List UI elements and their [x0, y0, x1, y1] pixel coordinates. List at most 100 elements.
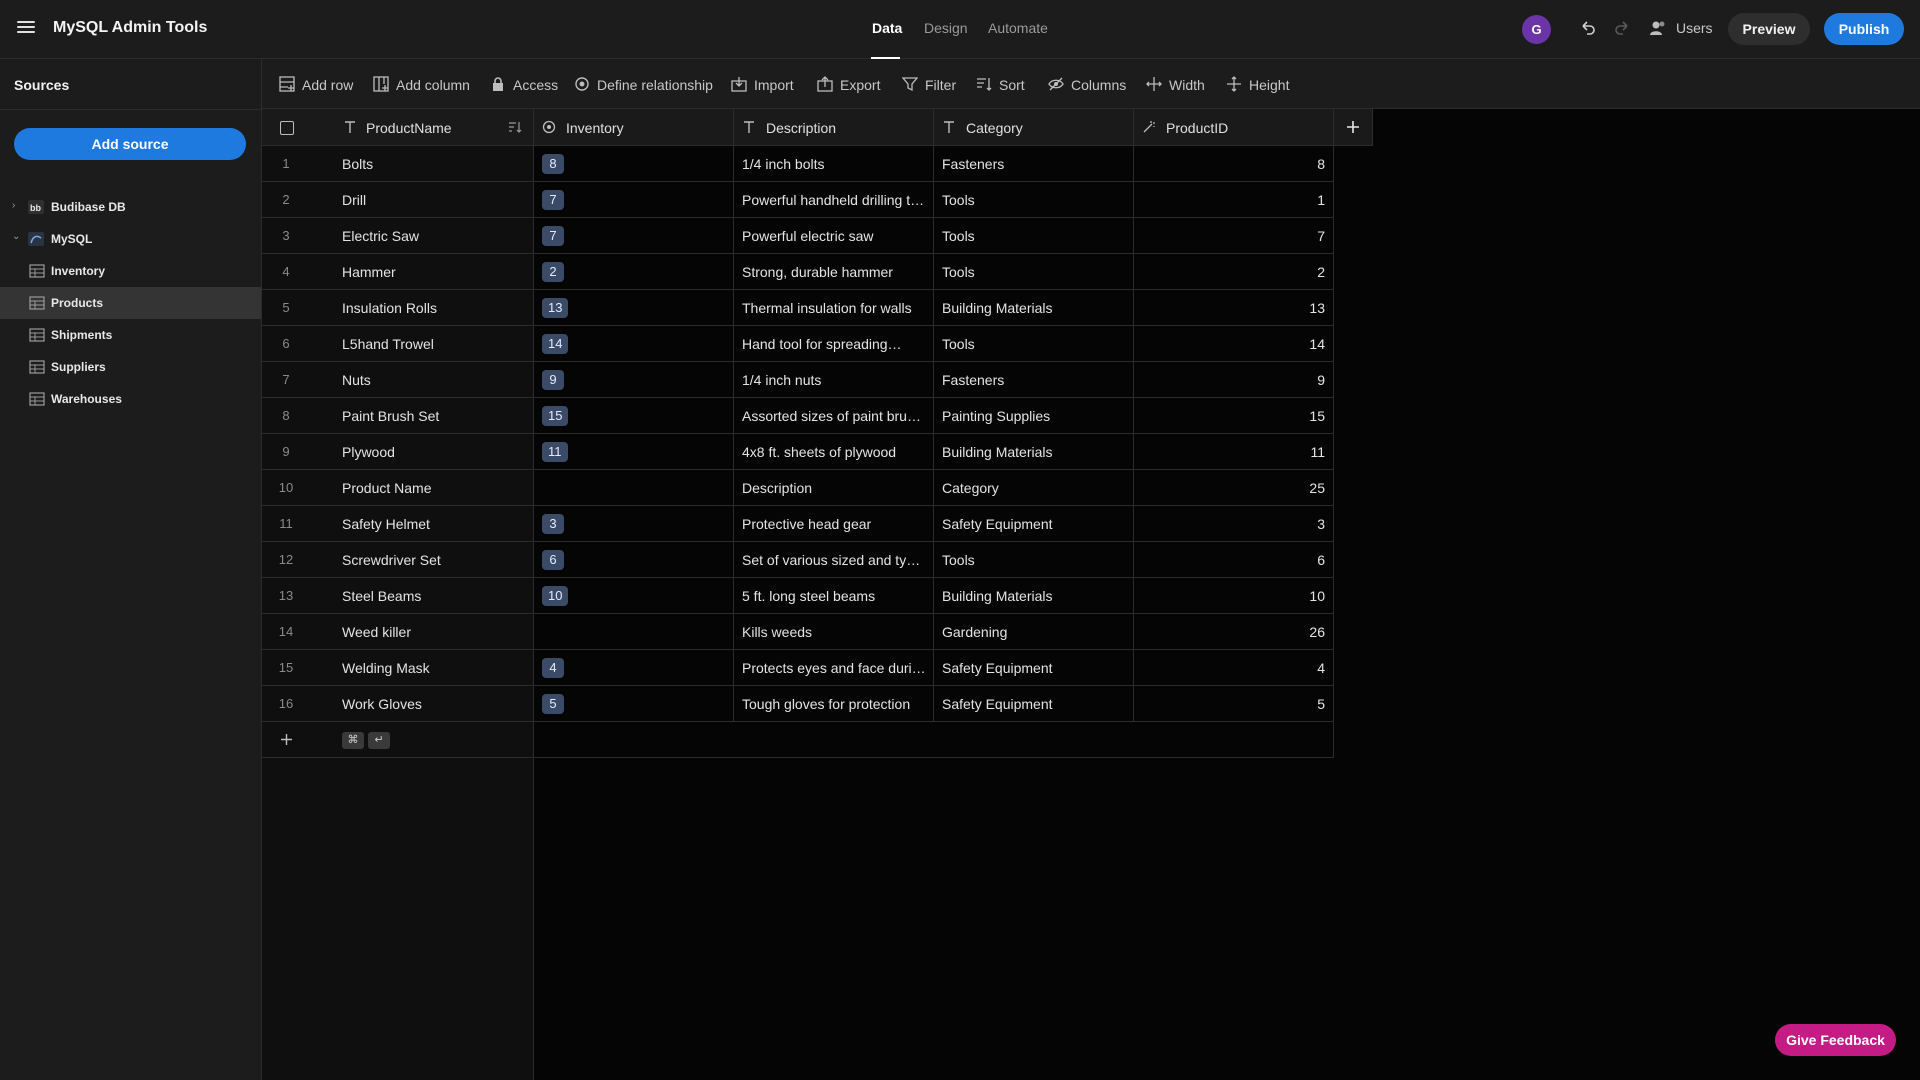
- table-row[interactable]: 13 Steel Beams 10 5 ft. long steel beams Bui…: [262, 578, 1334, 614]
- publish-button[interactable]: Publish: [1824, 13, 1904, 45]
- relationship-pill[interactable]: 14: [542, 334, 569, 354]
- cell-product-id[interactable]: 13: [1134, 290, 1334, 325]
- cell-product-name[interactable]: 6 L5hand Trowel: [262, 326, 534, 361]
- cell-inventory[interactable]: 10: [534, 578, 734, 613]
- import-button[interactable]: Import: [731, 76, 799, 94]
- height-button[interactable]: Height: [1226, 76, 1292, 94]
- cell-category[interactable]: Building Materials: [934, 578, 1134, 613]
- cell-category[interactable]: Gardening: [934, 614, 1134, 649]
- cell-inventory[interactable]: [534, 470, 734, 505]
- cell-inventory[interactable]: 8: [534, 146, 734, 181]
- cell-category[interactable]: Tools: [934, 542, 1134, 577]
- cell-product-name[interactable]: 16 Work Gloves: [262, 686, 534, 721]
- cell-description[interactable]: Assorted sizes of paint brushes: [734, 398, 934, 433]
- tab-design[interactable]: Design: [924, 20, 968, 36]
- cell-category[interactable]: Safety Equipment: [934, 506, 1134, 541]
- plus-icon[interactable]: [280, 733, 293, 746]
- cell-inventory[interactable]: [534, 614, 734, 649]
- columns-button[interactable]: Columns: [1048, 76, 1128, 94]
- cell-inventory[interactable]: 3: [534, 506, 734, 541]
- cell-description[interactable]: Powerful electric saw: [734, 218, 934, 253]
- cell-product-id[interactable]: 8: [1134, 146, 1334, 181]
- cell-category[interactable]: Tools: [934, 254, 1134, 289]
- table-row[interactable]: 6 L5hand Trowel 14 Hand tool for spreading……: [262, 326, 1334, 362]
- column-header-category[interactable]: Category: [934, 109, 1134, 146]
- cell-description[interactable]: 1/4 inch bolts: [734, 146, 934, 181]
- cell-product-name[interactable]: 5 Insulation Rolls: [262, 290, 534, 325]
- define-relationship-button[interactable]: Define relationship: [574, 76, 716, 94]
- sidebar-item-warehouses[interactable]: Warehouses: [0, 383, 261, 415]
- cell-product-id[interactable]: 6: [1134, 542, 1334, 577]
- cell-description[interactable]: Thermal insulation for walls: [734, 290, 934, 325]
- cell-description[interactable]: Strong, durable hammer: [734, 254, 934, 289]
- table-row[interactable]: 5 Insulation Rolls 13 Thermal insulation fo…: [262, 290, 1334, 326]
- cell-description[interactable]: Protects eyes and face durin…: [734, 650, 934, 685]
- cell-product-name[interactable]: 15 Welding Mask: [262, 650, 534, 685]
- cell-inventory[interactable]: 7: [534, 182, 734, 217]
- cell-description[interactable]: 4x8 ft. sheets of plywood: [734, 434, 934, 469]
- cell-product-id[interactable]: 2: [1134, 254, 1334, 289]
- table-row[interactable]: 7 Nuts 9 1/4 inch nuts Fasteners 9: [262, 362, 1334, 398]
- cell-inventory[interactable]: 4: [534, 650, 734, 685]
- cell-product-name[interactable]: 11 Safety Helmet: [262, 506, 534, 541]
- cell-description[interactable]: Kills weeds: [734, 614, 934, 649]
- cell-product-name[interactable]: 3 Electric Saw: [262, 218, 534, 253]
- cell-product-id[interactable]: 7: [1134, 218, 1334, 253]
- tab-automate[interactable]: Automate: [988, 20, 1048, 36]
- chevron-right-icon[interactable]: ›: [12, 200, 22, 212]
- cell-category[interactable]: Safety Equipment: [934, 686, 1134, 721]
- cell-description[interactable]: Powerful handheld drilling tool: [734, 182, 934, 217]
- tab-data[interactable]: Data: [872, 20, 902, 36]
- cell-description[interactable]: 1/4 inch nuts: [734, 362, 934, 397]
- relationship-pill[interactable]: 9: [542, 370, 564, 390]
- cell-product-id[interactable]: 4: [1134, 650, 1334, 685]
- cell-product-name[interactable]: 8 Paint Brush Set: [262, 398, 534, 433]
- cell-product-name[interactable]: 12 Screwdriver Set: [262, 542, 534, 577]
- cell-product-id[interactable]: 1: [1134, 182, 1334, 217]
- users-icon[interactable]: [1648, 18, 1668, 38]
- column-header-description[interactable]: Description: [734, 109, 934, 146]
- relationship-pill[interactable]: 7: [542, 190, 564, 210]
- cell-description[interactable]: 5 ft. long steel beams: [734, 578, 934, 613]
- cell-category[interactable]: Painting Supplies: [934, 398, 1134, 433]
- cell-product-id[interactable]: 10: [1134, 578, 1334, 613]
- sort-button[interactable]: Sort: [976, 76, 1028, 94]
- relationship-pill[interactable]: 11: [542, 442, 568, 462]
- table-row[interactable]: 10 Product Name Description Category 25: [262, 470, 1334, 506]
- users-button[interactable]: Users: [1676, 20, 1713, 36]
- table-row[interactable]: 1 Bolts 8 1/4 inch bolts Fasteners 8: [262, 146, 1334, 182]
- cell-description[interactable]: Set of various sized and type…: [734, 542, 934, 577]
- table-row[interactable]: 8 Paint Brush Set 15 Assorted sizes of pain…: [262, 398, 1334, 434]
- column-header-inventory[interactable]: Inventory: [534, 109, 734, 146]
- column-header-productname[interactable]: ProductName: [262, 109, 534, 146]
- table-row[interactable]: 11 Safety Helmet 3 Protective head gear Safe…: [262, 506, 1334, 542]
- export-button[interactable]: Export: [817, 76, 885, 94]
- cell-inventory[interactable]: 5: [534, 686, 734, 721]
- cell-product-name[interactable]: 13 Steel Beams: [262, 578, 534, 613]
- access-button[interactable]: Access: [490, 76, 558, 94]
- menu-icon[interactable]: [16, 18, 36, 38]
- cell-description[interactable]: Description: [734, 470, 934, 505]
- cell-product-name[interactable]: 4 Hammer: [262, 254, 534, 289]
- cell-product-name[interactable]: 2 Drill: [262, 182, 534, 217]
- cell-product-name[interactable]: 10 Product Name: [262, 470, 534, 505]
- cell-product-id[interactable]: 5: [1134, 686, 1334, 721]
- chevron-down-icon[interactable]: ⌄: [12, 231, 22, 243]
- relationship-pill[interactable]: 6: [542, 550, 564, 570]
- table-row[interactable]: 9 Plywood 11 4x8 ft. sheets of plywood Build…: [262, 434, 1334, 470]
- cell-inventory[interactable]: 2: [534, 254, 734, 289]
- table-row[interactable]: 14 Weed killer Kills weeds Gardening 26: [262, 614, 1334, 650]
- relationship-pill[interactable]: 2: [542, 262, 564, 282]
- cell-category[interactable]: Fasteners: [934, 146, 1134, 181]
- relationship-pill[interactable]: 3: [542, 514, 564, 534]
- cell-category[interactable]: Tools: [934, 218, 1134, 253]
- cell-inventory[interactable]: 6: [534, 542, 734, 577]
- cell-category[interactable]: Safety Equipment: [934, 650, 1134, 685]
- sidebar-item-budibase-db[interactable]: › bb Budibase DB: [0, 191, 261, 223]
- cell-product-id[interactable]: 15: [1134, 398, 1334, 433]
- cell-product-id[interactable]: 11: [1134, 434, 1334, 469]
- add-source-button[interactable]: Add source: [14, 128, 246, 160]
- cell-product-name[interactable]: 1 Bolts: [262, 146, 534, 181]
- cell-product-name[interactable]: 7 Nuts: [262, 362, 534, 397]
- cell-product-name[interactable]: 9 Plywood: [262, 434, 534, 469]
